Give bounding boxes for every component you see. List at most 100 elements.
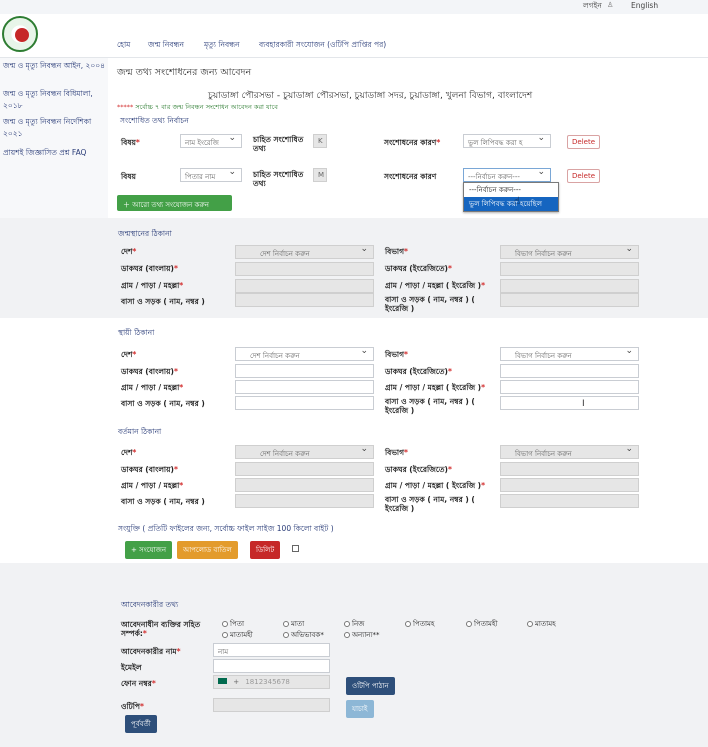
sidebar-item-act[interactable]: জন্ম ও মৃত্যু নিবন্ধন আইন, ২০০৪ — [0, 60, 108, 72]
pr-postbn-input[interactable] — [235, 462, 374, 476]
pa-houseen-input[interactable] — [500, 396, 639, 410]
reason-label-2: সংশোধনের কারণ — [384, 172, 437, 181]
pa-postbn-input[interactable] — [235, 364, 374, 378]
login-link[interactable]: লগইন — [583, 1, 602, 13]
bp-postbn-input[interactable] — [235, 262, 374, 276]
pr-country-select[interactable]: দেশ নির্বাচন করুন — [235, 445, 374, 459]
pr-posten-input[interactable] — [500, 462, 639, 476]
pa-postbn-label: ডাকঘর (বাংলায়)* — [121, 367, 178, 376]
send-otp-button[interactable]: ওটিপি পাঠান — [346, 677, 395, 695]
relation-other-radio[interactable]: অন্যান্য** — [344, 629, 380, 641]
pr-houseen-input[interactable] — [500, 494, 639, 508]
bp-housebn-label: বাসা ও সড়ক ( নাম, নম্বর ) — [121, 297, 205, 306]
desired-input-2[interactable]: M — [313, 168, 327, 182]
pr-country-label: দেশ* — [121, 448, 137, 457]
attachment-delete-button[interactable]: ডিলিট — [250, 541, 281, 559]
reason-label-1: সংশোধনের কারণ* — [384, 138, 441, 147]
bp-country-select[interactable]: দেশ নির্বাচন করুন — [235, 245, 374, 259]
pa-division-value: বিভাগ নির্বাচন করুন — [515, 352, 572, 360]
dropdown-option-select[interactable]: ---নির্বাচন করুন--- — [464, 183, 558, 197]
bp-division-value: বিভাগ নির্বাচন করুন — [515, 250, 572, 258]
phone-input[interactable]: + 1812345678 — [213, 675, 330, 689]
pa-housebn-input[interactable] — [235, 396, 374, 410]
relation-grandmother-radio[interactable]: পিতামহী — [466, 618, 498, 630]
verify-button[interactable]: যাচাই — [346, 700, 374, 718]
relation-guardian-radio[interactable]: অভিভাবক* — [283, 629, 324, 641]
nav-add-user[interactable]: ব্যবহারকারী সংযোজন (ওটিপি প্রাপ্তির পর) — [259, 40, 386, 52]
reason-select-2[interactable]: ---নির্বাচন করুন--- — [463, 168, 551, 182]
logo-emblem-icon — [15, 28, 29, 42]
english-link[interactable]: English — [631, 1, 658, 10]
add-more-info-button[interactable]: ＋ আরো তথ্য সংযোজন করুন — [117, 195, 232, 211]
dropdown-option-wrongly-recorded[interactable]: ভুল লিপিবদ্ধ করা হয়েছিল — [464, 197, 558, 211]
sidebar-item-guideline[interactable]: জন্ম ও মৃত্যু নিবন্ধন নির্দেশিকা ২০২১ — [0, 116, 108, 140]
applicant-name-label: আবেদনকারীর নাম* — [121, 647, 181, 656]
delete-button-1[interactable]: Delete — [567, 135, 600, 149]
bp-villagebn-input[interactable] — [235, 279, 374, 293]
nav-birth-registration[interactable]: জন্ম নিবন্ধন — [148, 40, 184, 52]
present-heading: বর্তমান ঠিকানা — [118, 427, 162, 436]
applicant-heading: আবেদনকারীর তথ্য — [121, 600, 179, 609]
email-input[interactable] — [213, 659, 330, 673]
add-more-info-label: আরো তথ্য সংযোজন করুন — [132, 201, 209, 209]
delete-button-2[interactable]: Delete — [567, 169, 600, 183]
bp-posten-input[interactable] — [500, 262, 639, 276]
pa-division-label: বিভাগ* — [385, 350, 408, 359]
reason-select-1[interactable]: ভুল লিপিবদ্ধ করা হ — [463, 134, 551, 148]
bp-posten-label: ডাকঘর (ইংরেজিতে)* — [385, 264, 452, 273]
relation-maternal-grandfather-radio[interactable]: মাতামহ — [527, 618, 556, 630]
pr-villagebn-input[interactable] — [235, 478, 374, 492]
bp-villageen-input[interactable] — [500, 279, 639, 293]
pa-posten-input[interactable] — [500, 364, 639, 378]
office-line: চুয়াডাঙ্গা পৌরসভা - চুয়াডাঙ্গা পৌরসভা,… — [208, 91, 533, 101]
pr-villageen-input[interactable] — [500, 478, 639, 492]
subject-select-1[interactable]: নাম ইংরেজি — [180, 134, 242, 148]
relation-maternal-grandmother-radio[interactable]: মাতামহী — [222, 629, 253, 641]
bp-houseen-input[interactable] — [500, 293, 639, 307]
otp-input[interactable] — [213, 698, 330, 712]
page-title: জন্ম তথ্য সংশোধনের জন্য আবেদন — [117, 67, 252, 78]
pa-country-value: দেশ নির্বাচন করুন — [250, 352, 300, 360]
warning-text: ***** সর্বোচ্চ ৭ বার জন্ম নিবন্ধন সংশোধন… — [117, 103, 278, 111]
pa-houseen-label: বাসা ও সড়ক ( নাম, নম্বর ) ( ইংরেজি ) — [385, 397, 475, 415]
pr-division-value: বিভাগ নির্বাচন করুন — [515, 450, 572, 458]
plus-icon: ＋ — [123, 201, 133, 209]
mouse-cursor-icon: ☝ — [514, 196, 521, 207]
pa-villagebn-label: গ্রাম / পাড়া / মহল্লা* — [121, 383, 184, 392]
warning-message: সর্বোচ্চ ৭ বার জন্ম নিবন্ধন সংশোধন আবেদন… — [135, 103, 278, 111]
pr-division-select[interactable]: বিভাগ নির্বাচন করুন — [500, 445, 639, 459]
nav-death-registration[interactable]: মৃত্যু নিবন্ধন — [204, 40, 240, 52]
sidebar-item-faq[interactable]: প্রায়শই জিজ্ঞাসিত প্রশ্ন FAQ — [0, 147, 108, 159]
attachment-upload-button[interactable]: আপলোড বাতিল — [177, 541, 238, 559]
pa-division-select[interactable]: বিভাগ নির্বাচন করুন — [500, 347, 639, 361]
attachment-heading: সংযুক্তি ( প্রতিটি ফাইলের জন্য, সর্বোচ্চ… — [118, 524, 334, 533]
phone-label: ফোন নম্বর* — [121, 679, 156, 688]
pa-villagebn-input[interactable] — [235, 380, 374, 394]
flag-bd-icon — [218, 678, 227, 684]
desired-input-1[interactable]: K — [313, 134, 327, 148]
pa-villageen-input[interactable] — [500, 380, 639, 394]
bp-villagebn-label: গ্রাম / পাড়া / মহল্লা* — [121, 281, 184, 290]
reason-dropdown-list: ---নির্বাচন করুন--- ভুল লিপিবদ্ধ করা হয়… — [463, 182, 559, 212]
subject-select-2[interactable]: পিতার নাম — [180, 168, 242, 182]
text-cursor-icon: I — [582, 399, 585, 409]
bp-division-select[interactable]: বিভাগ নির্বাচন করুন — [500, 245, 639, 259]
sidebar-item-rules[interactable]: জন্ম ও মৃত্যু নিবন্ধন বিধিমালা, ২০১৮ — [0, 88, 108, 112]
pa-country-select[interactable]: দেশ নির্বাচন করুন — [235, 347, 374, 361]
attachment-add-button[interactable]: + সংযোজন — [125, 541, 173, 559]
applicant-name-input[interactable]: নাম — [213, 643, 330, 657]
bp-country-label: দেশ* — [121, 247, 137, 256]
pr-housebn-input[interactable] — [235, 494, 374, 508]
previous-button[interactable]: পূর্ববর্তী — [125, 715, 157, 733]
pr-postbn-label: ডাকঘর (বাংলায়)* — [121, 465, 178, 474]
govt-logo[interactable] — [2, 16, 38, 52]
desired-label-1: চাহিত সংশোধিত তথ্য — [253, 135, 304, 153]
pr-villageen-label: গ্রাম / পাড়া / মহল্লা ( ইংরেজি )* — [385, 481, 486, 490]
relation-grandfather-radio[interactable]: পিতামহ — [405, 618, 435, 630]
bp-country-value: দেশ নির্বাচন করুন — [260, 250, 310, 258]
birth-place-heading: জন্মস্থানের ঠিকানা — [118, 229, 172, 238]
bp-housebn-input[interactable] — [235, 293, 374, 307]
attachment-checkbox[interactable] — [292, 545, 299, 552]
nav-home[interactable]: হোম — [117, 40, 130, 52]
pr-houseen-label: বাসা ও সড়ক ( নাম, নম্বর ) ( ইংরেজি ) — [385, 495, 475, 513]
